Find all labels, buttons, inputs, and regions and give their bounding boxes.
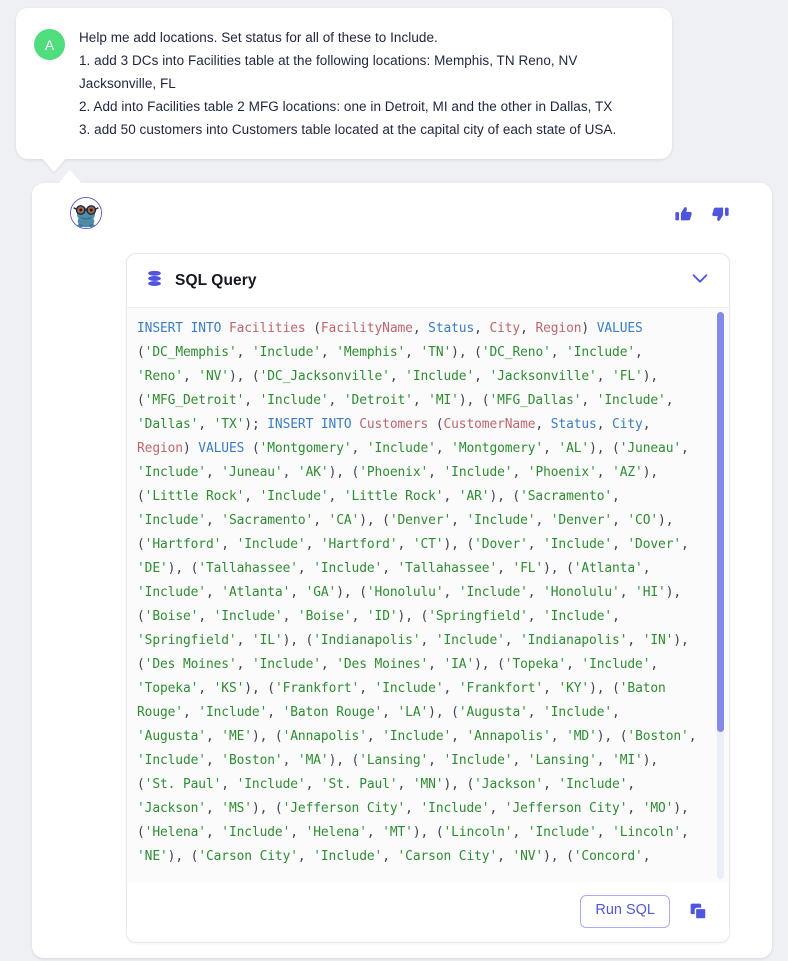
sql-query-card: SQL Query INSERT INTO Facilities (Facili… xyxy=(126,253,730,943)
user-message-text: Help me add locations. Set status for al… xyxy=(79,26,650,141)
copy-glyph xyxy=(690,903,707,920)
code-scrollbar-thumb[interactable] xyxy=(717,312,724,732)
sql-card-title: SQL Query xyxy=(175,271,257,289)
user-message-line-1: Help me add locations. Set status for al… xyxy=(79,30,438,45)
chat-page: A Help me add locations. Set status for … xyxy=(0,0,788,961)
thumbs-up-glyph xyxy=(675,207,692,221)
thumbs-up-icon[interactable] xyxy=(674,203,696,225)
sql-title-group: SQL Query xyxy=(145,269,257,293)
sql-code-region: INSERT INTO Facilities (FacilityName, St… xyxy=(127,308,729,884)
chevron-down-icon[interactable] xyxy=(689,267,711,294)
user-message-line-3: 2. Add into Facilities table 2 MFG locat… xyxy=(79,99,613,114)
thumbs-down-icon[interactable] xyxy=(708,203,730,225)
chevron-down-glyph xyxy=(692,274,708,283)
sql-card-footer: Run SQL xyxy=(127,883,729,942)
database-glyph xyxy=(148,270,161,286)
frog-with-glasses-avatar-icon xyxy=(71,198,101,228)
run-sql-button[interactable]: Run SQL xyxy=(580,895,670,928)
assistant-avatar xyxy=(70,197,102,229)
sql-code-text: INSERT INTO Facilities (FacilityName, St… xyxy=(137,321,705,864)
feedback-controls xyxy=(674,203,730,225)
assistant-message-bubble: SQL Query INSERT INTO Facilities (Facili… xyxy=(32,170,772,958)
copy-icon[interactable] xyxy=(686,899,711,924)
assistant-header xyxy=(50,197,754,243)
code-scrollbar-track[interactable] xyxy=(717,312,724,880)
thumbs-down-glyph xyxy=(712,207,729,221)
user-avatar: A xyxy=(34,29,65,60)
user-message-bubble: A Help me add locations. Set status for … xyxy=(16,8,672,159)
user-message-line-2: 1. add 3 DCs into Facilities table at th… xyxy=(79,53,578,91)
sql-card-header[interactable]: SQL Query xyxy=(127,254,729,308)
user-message-line-4: 3. add 50 customers into Customers table… xyxy=(79,122,617,137)
sql-code-scroll[interactable]: INSERT INTO Facilities (FacilityName, St… xyxy=(127,308,729,883)
database-icon xyxy=(145,269,164,293)
